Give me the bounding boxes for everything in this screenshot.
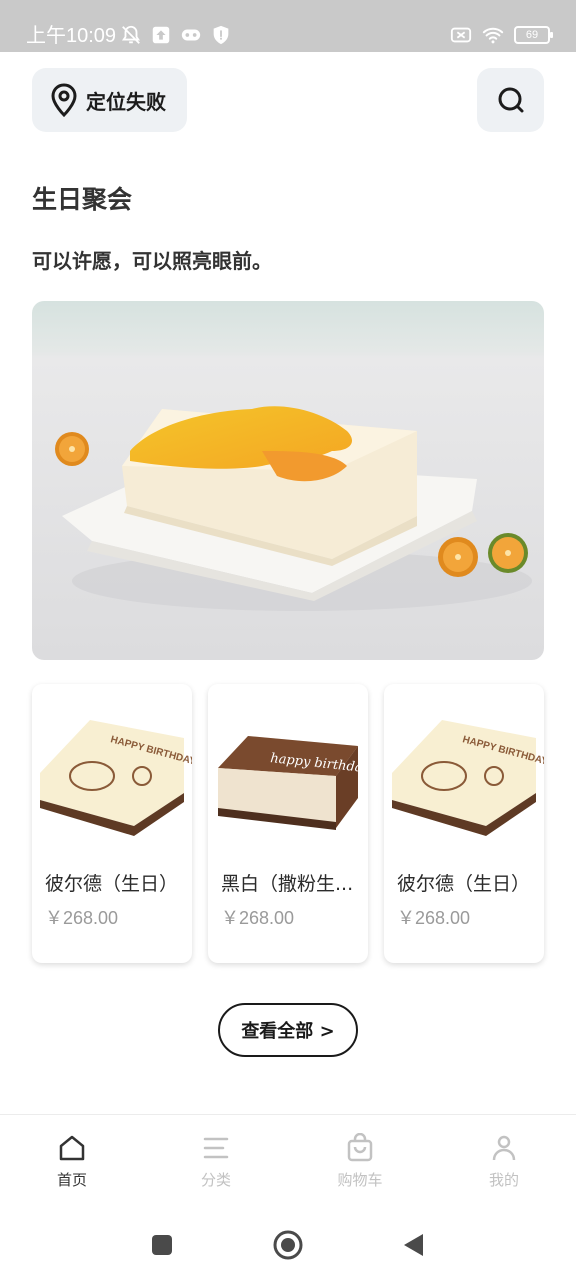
- product-image: happy birthday: [218, 736, 368, 830]
- tab-profile[interactable]: 我的: [464, 1133, 544, 1190]
- product-name: 黑白（撒粉生...: [221, 873, 354, 895]
- product-name: 彼尔德（生日）: [45, 873, 179, 895]
- cake-photo: [32, 301, 544, 660]
- bag-icon: [347, 1133, 373, 1162]
- shield-alert-icon: [213, 25, 229, 45]
- location-label: 定位失败: [86, 89, 166, 114]
- section-subtitle: 可以许愿，可以照亮眼前。: [32, 249, 272, 273]
- recent-apps-icon[interactable]: [147, 1230, 177, 1260]
- location-button[interactable]: 定位失败: [32, 68, 187, 132]
- product-card[interactable]: HAPPY BIRTHDAY! 彼尔德（生日） ￥268.00: [32, 684, 192, 963]
- back-icon[interactable]: [399, 1230, 429, 1260]
- product-name: 彼尔德（生日）: [397, 873, 531, 895]
- home-icon: [59, 1135, 85, 1161]
- tab-category[interactable]: 分类: [176, 1133, 256, 1190]
- upload-icon: [152, 26, 170, 44]
- gamepad-icon: [181, 29, 201, 41]
- system-navigation-bar: [0, 1210, 576, 1280]
- status-system-icons: 69: [450, 24, 553, 46]
- search-icon: [498, 87, 523, 113]
- location-pin-icon: [51, 83, 77, 117]
- product-price: ￥268.00: [397, 908, 471, 928]
- product-image: HAPPY BIRTHDAY!: [392, 720, 544, 836]
- status-bar: 上午10:09 69: [0, 0, 576, 52]
- tab-label: 购物车: [337, 1171, 383, 1189]
- list-icon: [203, 1137, 229, 1159]
- product-price: ￥268.00: [221, 908, 295, 928]
- hero-banner-image[interactable]: [32, 301, 544, 660]
- section-title: 生日聚会: [32, 185, 133, 214]
- battery-indicator: 69: [514, 26, 553, 44]
- product-price: ￥268.00: [45, 908, 119, 928]
- tab-cart[interactable]: 购物车: [320, 1133, 400, 1190]
- product-image: HAPPY BIRTHDAY!: [40, 720, 192, 836]
- bottom-tab-bar: 首页 分类 购物车 我的: [0, 1114, 576, 1210]
- tab-home[interactable]: 首页: [32, 1133, 112, 1190]
- tab-label: 首页: [56, 1171, 87, 1189]
- status-time: 上午10:09: [26, 25, 117, 47]
- wifi-icon: [482, 27, 504, 44]
- product-card[interactable]: HAPPY BIRTHDAY! 彼尔德（生日） ￥268.00: [384, 684, 544, 963]
- sim-off-icon: [450, 27, 472, 43]
- tab-label: 我的: [488, 1171, 519, 1189]
- status-notification-icons: [120, 24, 232, 46]
- home-nav-icon[interactable]: [273, 1230, 303, 1260]
- tab-label: 分类: [200, 1171, 231, 1189]
- bell-off-icon: [121, 25, 141, 44]
- product-card[interactable]: happy birthday 黑白（撒粉生... ￥268.00: [208, 684, 368, 963]
- person-icon: [492, 1135, 516, 1161]
- view-all-button[interactable]: 查看全部 >: [218, 1003, 358, 1057]
- search-button[interactable]: [477, 68, 544, 132]
